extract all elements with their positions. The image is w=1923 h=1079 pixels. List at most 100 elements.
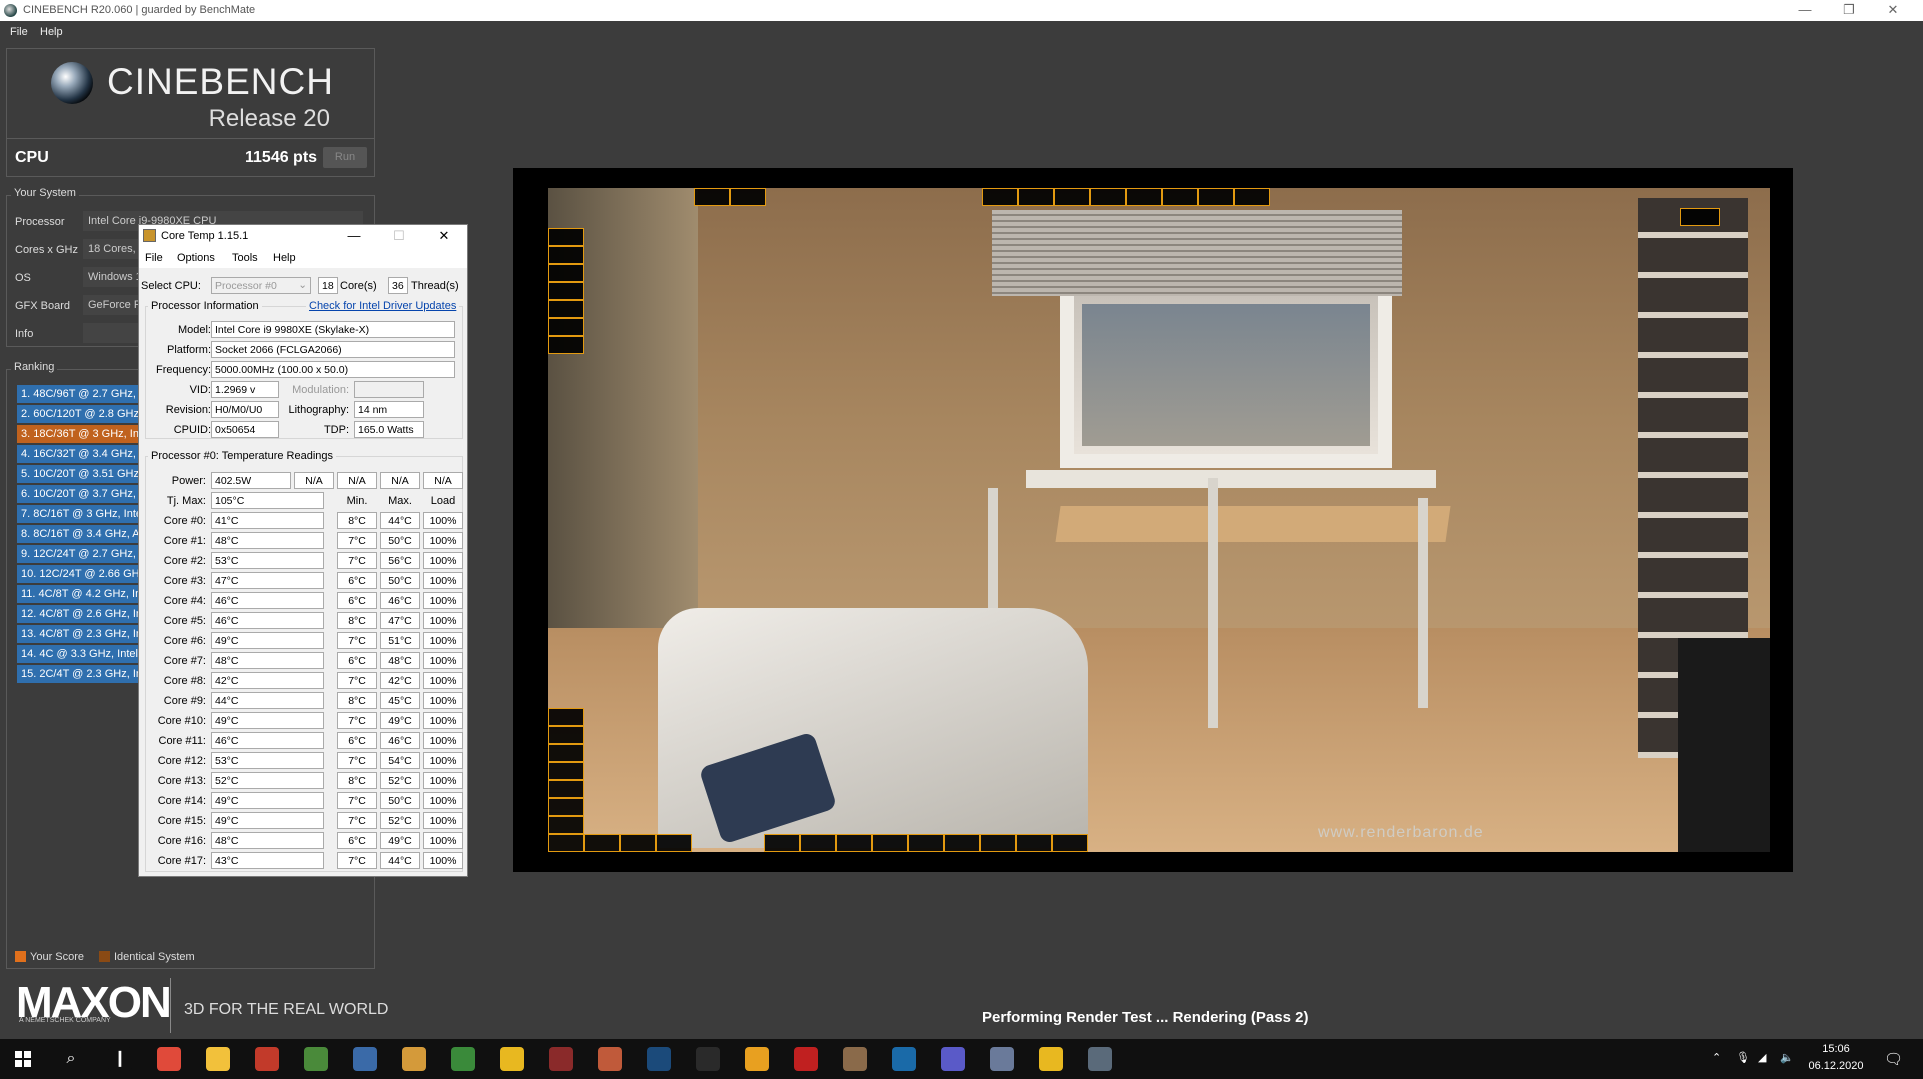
restore-button[interactable]: ❐ bbox=[1829, 0, 1869, 21]
ranking-item[interactable]: 11. 4C/8T @ 4.2 GHz, Intel Core i7-7700K… bbox=[17, 585, 142, 603]
clock-date[interactable]: 06.12.2020 bbox=[1796, 1060, 1876, 1072]
close-button[interactable]: ✕ bbox=[1873, 0, 1913, 21]
legend-label: Identical System bbox=[114, 951, 195, 963]
processor-select[interactable]: Processor #0 ⌄ bbox=[211, 277, 311, 294]
core-load-value: 100% bbox=[423, 832, 463, 849]
system-key: Cores x GHz bbox=[15, 244, 78, 256]
core-temp-minimize-button[interactable]: — bbox=[339, 227, 369, 247]
ranking-item[interactable]: 2. 60C/120T @ 2.8 GHz, Intel Xeon CPU E7… bbox=[17, 405, 142, 423]
benchmate-icon[interactable] bbox=[1039, 1047, 1063, 1071]
ranking-item[interactable]: 9. 12C/24T @ 2.7 GHz, Intel Xeon CPU E5-… bbox=[17, 545, 142, 563]
ct-menu-tools[interactable]: Tools bbox=[232, 252, 258, 264]
render-bucket bbox=[836, 834, 872, 852]
gpu-tool-icon[interactable] bbox=[304, 1047, 328, 1071]
power-na: N/A bbox=[423, 472, 463, 489]
ranking-item[interactable]: 3. 18C/36T @ 3 GHz, Intel Core i9-9980XE… bbox=[17, 425, 142, 443]
core-label: Core #6: bbox=[163, 635, 206, 647]
ranking-item[interactable]: 4. 16C/32T @ 3.4 GHz, AMD Ryzen Threadri… bbox=[17, 445, 142, 463]
core-temp-value: 42°C bbox=[211, 672, 324, 689]
ranking-item[interactable]: 8. 8C/16T @ 3.4 GHz, AMD Ryzen 7 1700X bbox=[17, 525, 142, 543]
render-bucket bbox=[548, 708, 584, 726]
discord-icon[interactable] bbox=[598, 1047, 622, 1071]
core-load-value: 100% bbox=[423, 652, 463, 669]
game-icon[interactable] bbox=[549, 1047, 573, 1071]
ranking-item[interactable]: 6. 10C/20T @ 3.7 GHz, Intel Core i9-1090… bbox=[17, 485, 142, 503]
core-temp-icon[interactable] bbox=[402, 1047, 426, 1071]
ct-menu-options[interactable]: Options bbox=[177, 252, 215, 264]
tool-icon[interactable] bbox=[843, 1047, 867, 1071]
driver-updates-link[interactable]: Check for Intel Driver Updates bbox=[306, 300, 460, 312]
ranking-item[interactable]: 5. 10C/20T @ 3.51 GHz, Intel Core i7-790… bbox=[17, 465, 142, 483]
ranking-item[interactable]: 7. 8C/16T @ 3 GHz, Intel Core i7-5960X C… bbox=[17, 505, 142, 523]
core-temp-close-button[interactable]: ✕ bbox=[429, 227, 459, 247]
menu-help[interactable]: Help bbox=[40, 26, 63, 38]
ranking-item[interactable]: 10. 12C/24T @ 2.66 GHz, Intel Xeon CPU X… bbox=[17, 565, 142, 583]
core-temp-value: 41°C bbox=[211, 512, 324, 529]
window-title-bar: CINEBENCH R20.060 | guarded by BenchMate… bbox=[0, 0, 1923, 21]
clock-time[interactable]: 15:06 bbox=[1796, 1043, 1876, 1055]
core-load-value: 100% bbox=[423, 552, 463, 569]
chrome-icon[interactable] bbox=[157, 1047, 181, 1071]
monitor-icon[interactable] bbox=[990, 1047, 1014, 1071]
app-icon[interactable] bbox=[892, 1047, 916, 1071]
ranking-item[interactable]: 12. 4C/8T @ 2.6 GHz, Intel Core i7-6700H… bbox=[17, 605, 142, 623]
core-load-value: 100% bbox=[423, 632, 463, 649]
render-image: www.renderbaron.de bbox=[548, 188, 1770, 852]
processor-info-title: Processor Information bbox=[148, 300, 262, 312]
core-label: Core #8: bbox=[163, 675, 206, 687]
core-load-value: 100% bbox=[423, 852, 463, 869]
tray-chevron-icon[interactable]: ⌃ bbox=[1712, 1051, 1721, 1064]
vid-value: 1.2969 v bbox=[211, 381, 279, 398]
core-temp-value: 43°C bbox=[211, 852, 324, 869]
modulation-label: Modulation: bbox=[292, 384, 349, 396]
steam-icon[interactable] bbox=[647, 1047, 671, 1071]
aida64-icon[interactable] bbox=[794, 1047, 818, 1071]
cinebench-icon[interactable] bbox=[1088, 1047, 1112, 1071]
tdp-value: 165.0 Watts bbox=[354, 421, 424, 438]
core-temp-window[interactable]: Core Temp 1.15.1 — ☐ ✕ File Options Tool… bbox=[138, 224, 468, 877]
core-label: Core #3: bbox=[163, 575, 206, 587]
core-label: Core #12: bbox=[157, 755, 206, 767]
render-bucket bbox=[694, 188, 730, 206]
core-load-value: 100% bbox=[423, 792, 463, 809]
notifications-icon[interactable]: 🗨 bbox=[1884, 1050, 1903, 1068]
windows-start-icon[interactable] bbox=[15, 1051, 31, 1067]
core-load-value: 100% bbox=[423, 712, 463, 729]
minimize-button[interactable]: — bbox=[1785, 0, 1825, 21]
core-temp-title-bar[interactable]: Core Temp 1.15.1 — ☐ ✕ bbox=[139, 225, 467, 248]
ct-menu-help[interactable]: Help bbox=[273, 252, 296, 264]
ct-menu-file[interactable]: File bbox=[145, 252, 163, 264]
core-temp-maximize-button[interactable]: ☐ bbox=[384, 227, 414, 247]
shield-icon[interactable] bbox=[500, 1047, 524, 1071]
render-bucket bbox=[800, 834, 836, 852]
network-icon[interactable]: ◢ bbox=[1758, 1051, 1766, 1064]
file-explorer-icon[interactable] bbox=[206, 1047, 230, 1071]
teams-icon[interactable] bbox=[941, 1047, 965, 1071]
cpu-z-icon[interactable] bbox=[255, 1047, 279, 1071]
menu-file[interactable]: File bbox=[10, 26, 28, 38]
run-button[interactable]: Run bbox=[323, 147, 367, 168]
core-temp-value: 48°C bbox=[211, 652, 324, 669]
epic-games-icon[interactable] bbox=[696, 1047, 720, 1071]
ranking-item[interactable]: 15. 2C/4T @ 2.3 GHz, Intel Core i5-5300U… bbox=[17, 665, 142, 683]
core-max-value: 46°C bbox=[380, 732, 420, 749]
rockstar-icon[interactable] bbox=[745, 1047, 769, 1071]
core-label: Core #16: bbox=[157, 835, 206, 847]
cpuid-label: CPUID: bbox=[173, 424, 211, 436]
hwinfo-icon[interactable] bbox=[353, 1047, 377, 1071]
core-min-value: 6°C bbox=[337, 652, 377, 669]
ranking-item[interactable]: 13. 4C/8T @ 2.3 GHz, Intel Core i7-4850H… bbox=[17, 625, 142, 643]
task-view-icon[interactable]: ❙ bbox=[108, 1047, 132, 1071]
xbox-icon[interactable] bbox=[451, 1047, 475, 1071]
power-na: N/A bbox=[380, 472, 420, 489]
core-label: Core #9: bbox=[163, 695, 206, 707]
ranking-item[interactable]: 1. 48C/96T @ 2.7 GHz, Intel Xeon Platinu… bbox=[17, 385, 142, 403]
core-label: Core #15: bbox=[157, 815, 206, 827]
ranking-item[interactable]: 14. 4C @ 3.3 GHz, Intel Core i5-3550 CPU bbox=[17, 645, 142, 663]
search-icon[interactable]: ⌕ bbox=[59, 1047, 83, 1071]
microphone-icon[interactable]: 🎙 bbox=[1736, 1051, 1750, 1064]
volume-icon[interactable]: 🔈 bbox=[1780, 1051, 1794, 1064]
render-bucket bbox=[548, 336, 584, 354]
legend-label: Your Score bbox=[30, 951, 85, 963]
core-load-value: 100% bbox=[423, 532, 463, 549]
